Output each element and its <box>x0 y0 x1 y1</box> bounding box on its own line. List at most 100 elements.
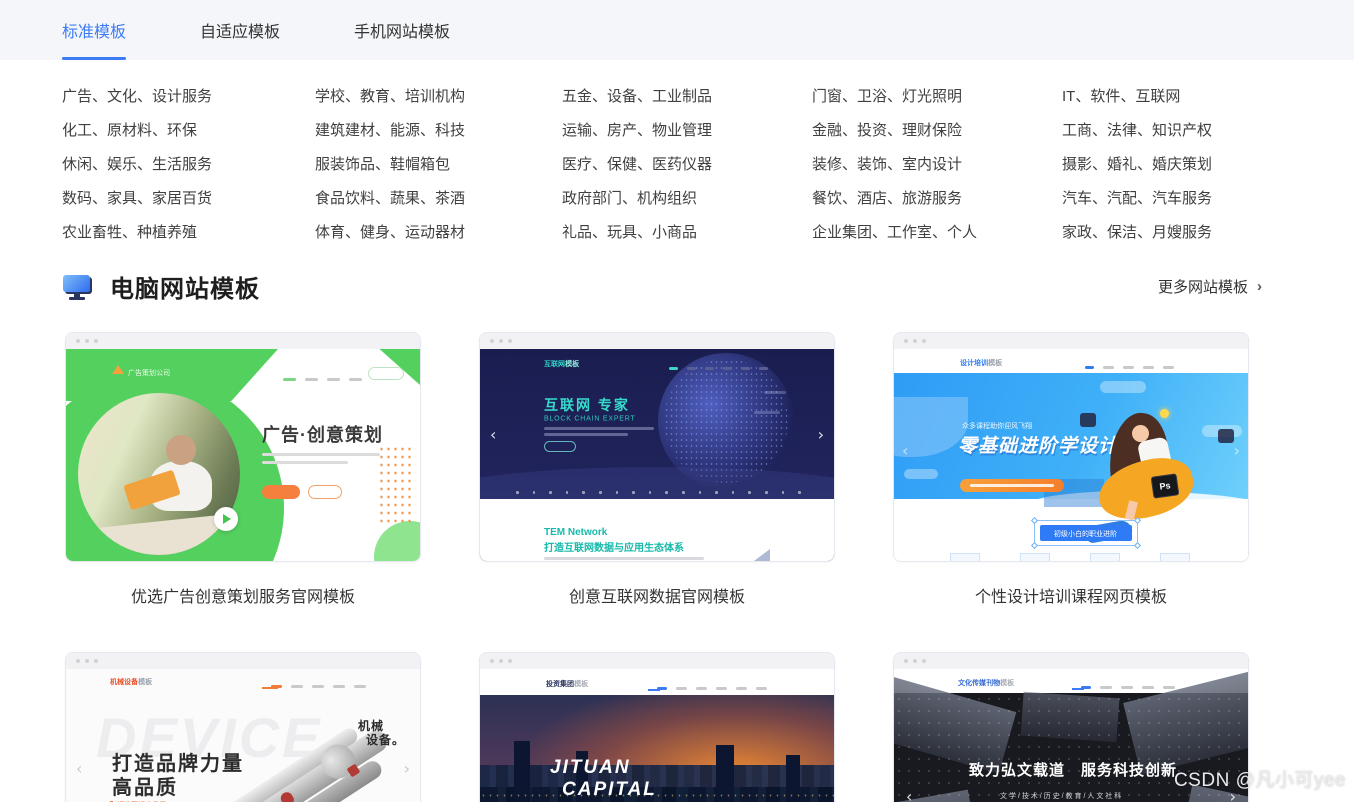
template-card-machinery[interactable]: DEVICE 机械设备模板 打造品牌力量 高品质 打造高标准品质 拥有资深专业技… <box>65 652 421 802</box>
floating-badge-icon <box>1218 429 1234 443</box>
carousel-next-icon: › <box>404 761 410 777</box>
mini-primary-button <box>262 485 300 499</box>
template-card-internet[interactable]: 互联网模板 互联网 专家 BLOCK CHAIN EXPERT ‹ › TEM … <box>479 332 835 562</box>
category-link[interactable]: 企业集团、工作室、个人 <box>812 222 1062 243</box>
category-link[interactable]: 礼品、玩具、小商品 <box>562 222 812 243</box>
tab-mobile-template[interactable]: 手机网站模板 <box>354 0 450 60</box>
category-link[interactable]: 食品饮料、蔬果、茶酒 <box>315 188 562 209</box>
mini-heading: 零基础进阶学设计 <box>958 431 1118 458</box>
category-link[interactable]: 数码、家具、家居百货 <box>62 188 315 209</box>
chart-triangle-icon <box>754 549 770 561</box>
monitor-icon <box>62 273 92 301</box>
card-caption-row: 优选广告创意策划服务官网模板 创意互联网数据官网模板 个性设计培训课程网页模板 <box>0 583 1354 607</box>
template-card-row-2: DEVICE 机械设备模板 打造品牌力量 高品质 打造高标准品质 拥有资深专业技… <box>0 652 1354 802</box>
category-link[interactable]: 五金、设备、工业制品 <box>562 86 812 107</box>
mini-logo-text: 文化传媒刊物模板 <box>958 677 1014 687</box>
mini-nav-bars <box>660 360 768 378</box>
template-preview-investment: 投资集团模板 JITUAN CAPITAL 具有资产管理理念的金融机构 <box>480 669 834 802</box>
play-button-icon <box>214 507 238 531</box>
category-link[interactable]: 金融、投资、理财保险 <box>812 120 1062 141</box>
mini-logo-icon <box>112 365 124 374</box>
mini-side-text: 设备。 <box>366 731 405 748</box>
category-link[interactable]: 工商、法律、知识产权 <box>1062 120 1354 141</box>
category-link[interactable]: 建筑建材、能源、科技 <box>315 120 562 141</box>
card-caption-internet[interactable]: 创意互联网数据官网模板 <box>479 583 835 607</box>
mini-outline-button <box>544 441 576 452</box>
template-preview-design-training: 设计培训模板 众多课程助你迎风飞翔 零基础进阶学设计 <box>894 349 1248 562</box>
browser-chrome-bar <box>894 653 1248 669</box>
category-link[interactable]: 运输、房产、物业管理 <box>562 120 812 141</box>
category-link[interactable]: 家政、保洁、月嫂服务 <box>1062 222 1354 243</box>
carousel-next-icon: › <box>1234 443 1240 459</box>
mini-heading: 互联网 专家 <box>544 395 630 415</box>
category-link[interactable]: 汽车、汽配、汽车服务 <box>1062 188 1354 209</box>
template-type-tabbar: 标准模板 自适应模板 手机网站模板 <box>0 0 1354 60</box>
mini-heading-line2: 高品质 <box>112 771 178 800</box>
carousel-dots <box>516 491 801 494</box>
browser-chrome-bar <box>480 333 834 349</box>
browser-chrome-bar <box>66 653 420 669</box>
category-link[interactable]: 学校、教育、培训机构 <box>315 86 562 107</box>
tab-adaptive-template[interactable]: 自适应模板 <box>200 0 280 60</box>
floating-badge-icon <box>1080 413 1096 427</box>
template-card-design-training[interactable]: 设计培训模板 众多课程助你迎风飞翔 零基础进阶学设计 <box>893 332 1249 562</box>
mini-logo-text: 广告策划公司 <box>128 367 170 377</box>
dot-grid-decoration <box>378 445 412 523</box>
mini-tagline: 众多课程助你迎风飞翔 <box>962 420 1032 430</box>
card-caption-design-training[interactable]: 个性设计培训课程网页模板 <box>893 583 1249 607</box>
chevron-right-icon: › <box>1257 278 1262 295</box>
template-preview-advertising: 广告策划公司 广告·创意策划 <box>66 349 420 562</box>
category-link[interactable]: 政府部门、机构组织 <box>562 188 812 209</box>
mini-subheading: 文 学 / 技 术 / 历 史 / 教 育 / 人 文 社 科 <box>1000 790 1121 800</box>
mini-nav-bars <box>274 371 362 389</box>
tab-standard-template[interactable]: 标准模板 <box>62 0 126 60</box>
category-link[interactable]: IT、软件、互联网 <box>1062 86 1354 107</box>
mini-body-subtitle: 打造互联网数据与应用生态体系 <box>544 539 684 554</box>
template-card-investment[interactable]: 投资集团模板 JITUAN CAPITAL 具有资产管理理念的金融机构 <box>479 652 835 802</box>
more-templates-link[interactable]: 更多网站模板 › <box>1158 276 1262 297</box>
more-templates-label: 更多网站模板 <box>1158 276 1248 297</box>
csdn-watermark: CSDN @凡小可yee <box>1174 765 1346 792</box>
category-link[interactable]: 广告、文化、设计服务 <box>62 86 315 107</box>
mini-cta-button: 初级小白的职业进阶 <box>1040 525 1132 541</box>
template-preview-machinery: DEVICE 机械设备模板 打造品牌力量 高品质 打造高标准品质 拥有资深专业技… <box>66 669 420 802</box>
template-preview-internet: 互联网模板 互联网 专家 BLOCK CHAIN EXPERT ‹ › TEM … <box>480 349 834 562</box>
carousel-prev-icon: ‹ <box>906 789 912 802</box>
category-link[interactable]: 装修、装饰、室内设计 <box>812 154 1062 175</box>
mini-logo-text: 机械设备模板 <box>110 676 152 686</box>
category-link[interactable]: 化工、原材料、环保 <box>62 120 315 141</box>
mini-logo-text: 互联网模板 <box>544 358 579 368</box>
mini-secondary-button <box>308 485 342 499</box>
browser-chrome-bar <box>894 333 1248 349</box>
category-link[interactable]: 摄影、婚礼、婚庆策划 <box>1062 154 1354 175</box>
mini-body-title: TEM Network <box>544 527 607 538</box>
category-link[interactable]: 服装饰品、鞋帽箱包 <box>315 154 562 175</box>
mini-logo-text: 投资集团模板 <box>546 678 588 688</box>
template-card-advertising[interactable]: 广告策划公司 广告·创意策划 <box>65 332 421 562</box>
section-header: 电脑网站模板 更多网站模板 › <box>0 269 1354 304</box>
photoshop-book-icon: Ps <box>1151 473 1180 498</box>
carousel-prev-icon: ‹ <box>902 443 908 459</box>
mini-logo-text: 设计培训模板 <box>960 357 1002 367</box>
carousel-prev-icon: ‹ <box>76 761 82 777</box>
mini-promo-pill <box>960 479 1064 492</box>
page-title: 电脑网站模板 <box>110 269 260 304</box>
category-link[interactable]: 农业畜牲、种植养殖 <box>62 222 315 243</box>
category-link[interactable]: 门窗、卫浴、灯光照明 <box>812 86 1062 107</box>
mini-subheading: BLOCK CHAIN EXPERT <box>544 414 636 422</box>
tab-label: 自适应模板 <box>200 18 280 42</box>
category-link[interactable]: 体育、健身、运动器材 <box>315 222 562 243</box>
template-card-row-1: 广告策划公司 广告·创意策划 互联网模板 互联网 <box>0 332 1354 562</box>
category-link[interactable]: 医疗、保健、医药仪器 <box>562 154 812 175</box>
mini-nav-pill-button <box>368 367 404 380</box>
category-grid: 广告、文化、设计服务 学校、教育、培训机构 五金、设备、工业制品 门窗、卫浴、灯… <box>0 60 1354 243</box>
category-link[interactable]: 餐饮、酒店、旅游服务 <box>812 188 1062 209</box>
browser-chrome-bar <box>66 333 420 349</box>
category-link[interactable]: 休闲、娱乐、生活服务 <box>62 154 315 175</box>
browser-chrome-bar <box>480 653 834 669</box>
carousel-next-icon: › <box>818 427 824 443</box>
tab-label: 标准模板 <box>62 18 126 42</box>
tab-label: 手机网站模板 <box>354 18 450 42</box>
template-hero-photo <box>78 393 240 555</box>
card-caption-advertising[interactable]: 优选广告创意策划服务官网模板 <box>65 583 421 607</box>
